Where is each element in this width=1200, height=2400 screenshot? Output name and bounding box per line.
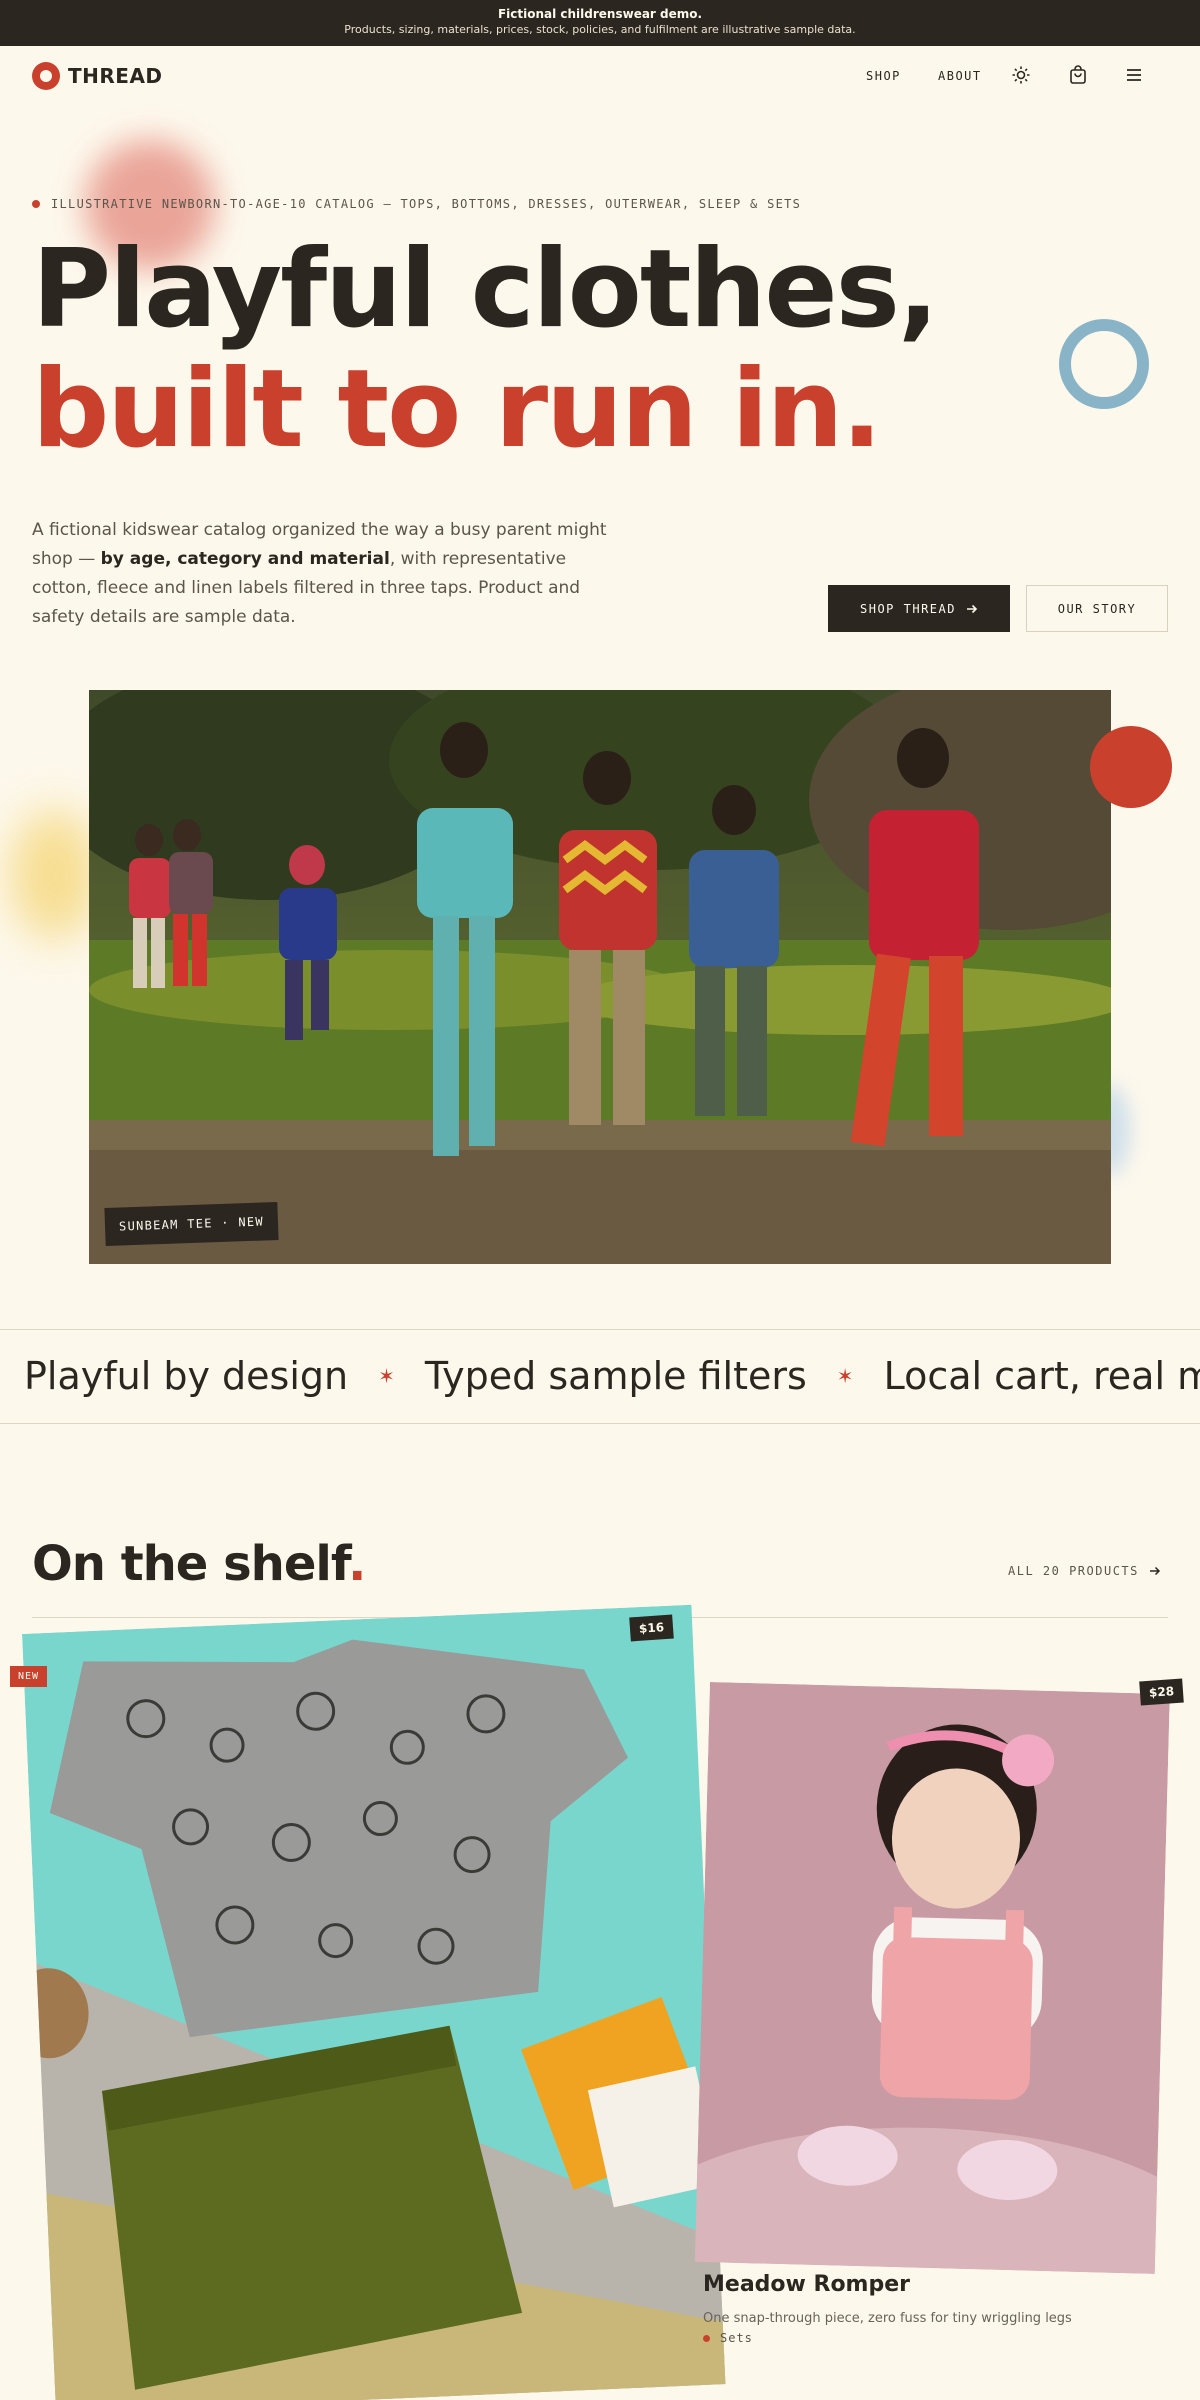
decorative-blue-ring [1059, 319, 1149, 409]
price-tag: $16 [629, 1614, 674, 1642]
star-icon: ✶ [378, 1364, 395, 1388]
product-card-image[interactable] [22, 1604, 726, 2400]
product-name[interactable]: Meadow Romper [703, 2271, 910, 2299]
feature-marquee: Playful by design ✶ Typed sample filters… [0, 1329, 1200, 1424]
hero-headline-line2: built to run in. [32, 347, 882, 472]
product-category: Sets [703, 2331, 753, 2345]
lede-emphasis: by age, category and material [100, 549, 390, 569]
our-story-button[interactable]: OUR STORY [1026, 585, 1168, 632]
decorative-yellow-blob [10, 810, 100, 940]
category-dot-icon [703, 2334, 710, 2342]
menu-icon[interactable] [1123, 64, 1145, 86]
hero-headline-line1: Playful clothes, [32, 227, 939, 352]
logo-icon[interactable] [32, 62, 60, 90]
product-card-image[interactable] [694, 1682, 1170, 2274]
marquee-item: Typed sample filters [424, 1354, 807, 1398]
product-category-label: Sets [720, 2331, 753, 2345]
shop-thread-label: SHOP THREAD [860, 601, 956, 616]
cart-icon[interactable] [1067, 64, 1089, 86]
marquee-track: Playful by design ✶ Typed sample filters… [24, 1350, 1200, 1402]
shelf-title-dot: . [348, 1536, 366, 1592]
shelf-title-text: On the shelf [32, 1536, 349, 1592]
hero-lede: A fictional kidswear catalog organized t… [32, 516, 612, 632]
hero-eyebrow: ILLUSTRATIVE NEWBORN-TO-AGE-10 CATALOG —… [32, 197, 801, 211]
shelf-title: On the shelf. [32, 1534, 366, 1594]
new-badge: NEW [10, 1666, 48, 1687]
all-products-label: ALL 20 PRODUCTS [1008, 1564, 1139, 1578]
star-icon: ✶ [836, 1364, 854, 1388]
nav-about-link[interactable]: ABOUT [938, 68, 982, 84]
decorative-red-dot [1090, 726, 1172, 808]
logo-wordmark[interactable]: THREAD [68, 62, 163, 90]
eyebrow-dot-icon [32, 200, 40, 208]
hero-photo [89, 690, 1111, 1264]
price-tag: $28 [1139, 1678, 1184, 1706]
all-products-link[interactable]: ALL 20 PRODUCTS [1008, 1564, 1161, 1578]
announcement-title: Fictional childrenswear demo. [497, 7, 703, 21]
nav-shop-link[interactable]: SHOP [866, 68, 901, 84]
announcement-detail: Products, sizing, materials, prices, sto… [344, 23, 856, 36]
marquee-item: Local cart, real math [883, 1354, 1200, 1398]
announcement-bar: Fictional childrenswear demo. Products, … [0, 0, 1200, 46]
eyebrow-text: ILLUSTRATIVE NEWBORN-TO-AGE-10 CATALOG —… [51, 197, 802, 211]
product-description: One snap-through piece, zero fuss for ti… [703, 2311, 1072, 2326]
sun-icon[interactable] [1010, 64, 1032, 86]
photo-product-tag: SUNBEAM TEE · NEW [104, 1201, 279, 1247]
arrow-right-icon [1149, 1566, 1160, 1576]
shop-thread-button[interactable]: SHOP THREAD [828, 585, 1010, 632]
arrow-right-icon [966, 604, 978, 613]
marquee-item: Playful by design [24, 1354, 349, 1398]
